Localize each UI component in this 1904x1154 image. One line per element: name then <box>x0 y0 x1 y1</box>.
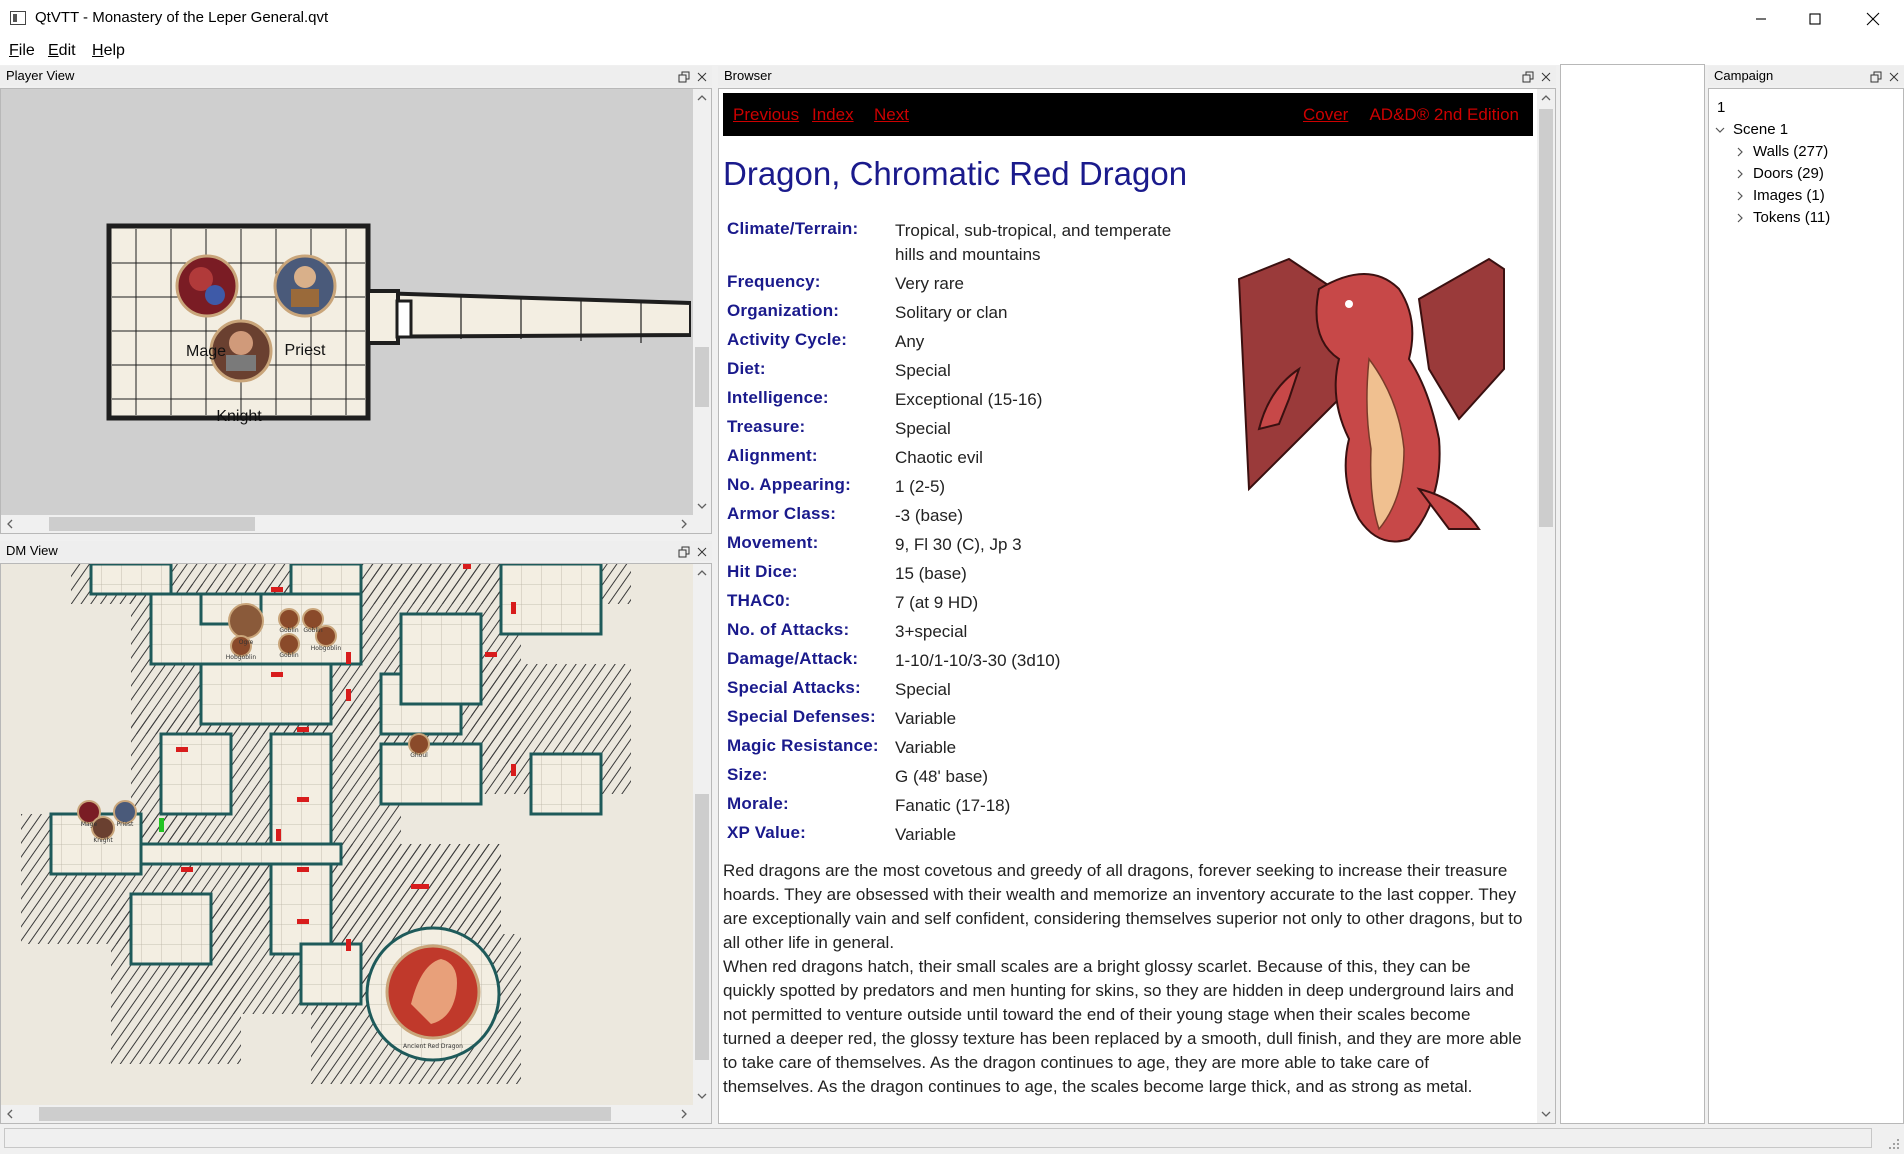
close-icon <box>1866 12 1880 26</box>
horizontal-scrollbar[interactable] <box>1 1105 693 1123</box>
token-label: Hobgoblin <box>311 645 342 652</box>
chevron-right-icon <box>1737 169 1743 179</box>
scroll-up-icon <box>693 564 711 582</box>
scroll-down-icon <box>693 1087 711 1105</box>
nav-index-link[interactable]: Index <box>812 105 854 125</box>
status-field <box>4 1128 1872 1148</box>
scroll-up-icon <box>693 89 711 107</box>
browser-navbar: Previous Index Next Cover AD&D® 2nd Edit… <box>723 93 1533 136</box>
panel-title: Player View <box>0 66 712 86</box>
token-label: Mage <box>81 821 98 828</box>
size-grip-icon[interactable] <box>1888 1138 1900 1150</box>
token-label: Knight <box>93 837 113 844</box>
empty-side-panel <box>1560 64 1705 1124</box>
menu-help[interactable]: Help <box>92 42 125 60</box>
close-panel-icon[interactable] <box>696 544 708 557</box>
scroll-right-icon <box>675 515 693 533</box>
monster-title: Dragon, Chromatic Red Dragon <box>723 155 1188 192</box>
close-panel-icon[interactable] <box>1888 69 1900 82</box>
vertical-scrollbar[interactable] <box>1537 89 1555 1123</box>
token-priest <box>273 254 337 318</box>
window-title: QtVTT - Monastery of the Leper General.q… <box>35 9 329 26</box>
player-map-viewport[interactable]: Mage Priest Knight <box>0 88 712 534</box>
token-mage <box>175 254 239 318</box>
player-view-panel: Player View Mage Priest Knight <box>0 66 712 534</box>
nav-next-link[interactable]: Next <box>874 105 909 125</box>
menu-bar: File Edit Help <box>0 38 1904 65</box>
float-panel-icon[interactable] <box>1870 69 1882 83</box>
float-panel-icon[interactable] <box>1522 69 1534 83</box>
scroll-left-icon <box>1 515 19 533</box>
browser-viewport: Previous Index Next Cover AD&D® 2nd Edit… <box>718 88 1556 1124</box>
close-panel-icon[interactable] <box>696 69 708 82</box>
panel-title: Campaign <box>1708 66 1904 86</box>
scroll-left-icon <box>1 1105 19 1123</box>
menu-edit[interactable]: Edit <box>48 42 76 60</box>
panel-title: Browser <box>718 66 1556 86</box>
edition-label: AD&D® 2nd Edition <box>1369 105 1519 124</box>
campaign-panel: Campaign 1 Scene 1 Walls (277) Doors (29… <box>1708 66 1904 1124</box>
horizontal-scrollbar[interactable] <box>1 515 693 533</box>
status-bar <box>0 1124 1904 1154</box>
chevron-right-icon <box>1737 191 1743 201</box>
player-map: Mage Priest Knight <box>106 223 691 425</box>
token-label: Hobgoblin <box>226 654 257 661</box>
close-button[interactable] <box>1844 0 1902 38</box>
dm-view-panel: DM View Ogre Goblin Goblin Hobgoblin Hob… <box>0 541 712 1124</box>
minimize-button[interactable] <box>1732 0 1790 38</box>
vertical-scrollbar[interactable] <box>693 89 711 515</box>
float-panel-icon[interactable] <box>678 544 690 558</box>
token-label: Goblin <box>279 627 298 634</box>
dm-map-viewport[interactable]: Ogre Goblin Goblin Hobgoblin Hobgoblin G… <box>0 563 712 1124</box>
chevron-down-icon <box>1715 127 1725 133</box>
maximize-button[interactable] <box>1786 0 1844 38</box>
token-label-mage: Mage <box>186 343 226 360</box>
monster-description: Red dragons are the most covetous and gr… <box>723 859 1523 1099</box>
token-label: Ancient Red Dragon <box>403 1043 463 1050</box>
window-titlebar: QtVTT - Monastery of the Leper General.q… <box>0 0 1904 39</box>
scroll-down-icon <box>1537 1105 1555 1123</box>
minimize-icon <box>1756 18 1766 20</box>
map-door-open <box>159 818 164 832</box>
browser-document: Previous Index Next Cover AD&D® 2nd Edit… <box>719 89 1537 1123</box>
browser-panel: Browser Previous Index Next Cover AD&D® … <box>718 66 1556 1124</box>
campaign-tree-viewport: 1 Scene 1 Walls (277) Doors (29) Images … <box>1708 88 1904 1124</box>
map-door <box>395 299 413 339</box>
chevron-right-icon <box>1737 147 1743 157</box>
red-dragon-illustration <box>1237 257 1505 543</box>
token-label: Ogre <box>239 639 254 646</box>
token-label-priest: Priest <box>285 342 326 359</box>
menu-file[interactable]: File <box>9 42 35 60</box>
description-paragraph: When red dragons hatch, their small scal… <box>723 957 1522 1096</box>
maximize-icon <box>1809 13 1821 25</box>
description-paragraph: Red dragons are the most covetous and gr… <box>723 861 1523 952</box>
chevron-right-icon <box>1737 213 1743 223</box>
token-label: Priest <box>117 821 134 828</box>
scroll-down-icon <box>693 497 711 515</box>
panel-title: DM View <box>0 541 712 561</box>
token-label: Goblin <box>279 652 298 659</box>
float-panel-icon[interactable] <box>678 69 690 83</box>
scroll-right-icon <box>675 1105 693 1123</box>
token-label-knight: Knight <box>216 408 262 425</box>
vertical-scrollbar[interactable] <box>693 564 711 1105</box>
close-panel-icon[interactable] <box>1540 69 1552 82</box>
dm-map: Ogre Goblin Goblin Hobgoblin Hobgoblin G… <box>21 564 631 1084</box>
nav-cover-link[interactable]: Cover <box>1303 105 1348 125</box>
token-label: Ghoul <box>410 752 428 759</box>
campaign-tree: 1 Scene 1 Walls (277) Doors (29) Images … <box>1709 89 1903 1123</box>
nav-previous-link[interactable]: Previous <box>733 105 799 125</box>
token-label: Goblin <box>303 627 322 634</box>
app-icon <box>10 11 26 25</box>
scroll-up-icon <box>1537 89 1555 107</box>
